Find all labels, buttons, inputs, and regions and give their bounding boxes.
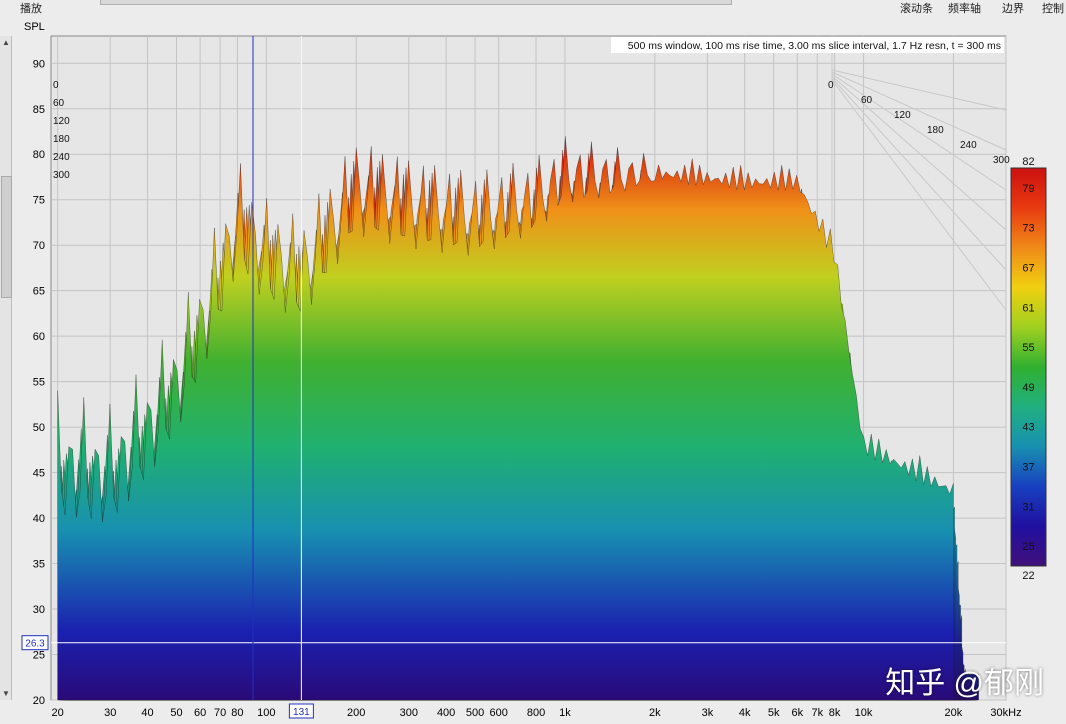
color-scale-min: 22	[1022, 570, 1034, 582]
color-scale-tick: 73	[1022, 223, 1034, 235]
x-tick-label: 8k	[829, 707, 841, 719]
x-tick-label: 70	[214, 707, 226, 719]
y-tick-label: 65	[33, 286, 45, 298]
color-scale-tick: 61	[1022, 302, 1034, 314]
time-tick-right: 60	[861, 95, 873, 106]
y-tick-label: 40	[33, 513, 45, 525]
x-tick-label: 4k	[739, 707, 751, 719]
x-tick-label: 10k	[855, 707, 873, 719]
x-tick-label: 500	[466, 707, 484, 719]
x-tick-label: 300	[400, 707, 418, 719]
x-tick-label: 400	[437, 707, 455, 719]
y-tick-label: 25	[33, 650, 45, 662]
time-tick-right: 240	[960, 140, 977, 151]
color-scale-tick: 79	[1022, 183, 1034, 195]
color-scale-max: 82	[1022, 156, 1034, 168]
x-tick-label: 30	[104, 707, 116, 719]
color-scale-tick: 55	[1022, 342, 1034, 354]
color-scale-tick: 43	[1022, 422, 1034, 434]
x-tick-label: 600	[490, 707, 508, 719]
color-scale-tick: 37	[1022, 462, 1034, 474]
time-tick-left: 300	[53, 170, 70, 181]
color-scale: 82 22 79 73 67 61 55 49 43 37 31 25	[1010, 156, 1047, 582]
time-tick-left: 240	[53, 152, 70, 163]
x-tick-label: 6k	[791, 707, 803, 719]
y-tick-label: 85	[33, 104, 45, 116]
x-tick-label: 3k	[702, 707, 714, 719]
info-text: 500 ms window, 100 ms rise time, 3.00 ms…	[628, 40, 1001, 52]
y-tick-label: 55	[33, 377, 45, 389]
color-scale-tick: 31	[1022, 501, 1034, 513]
x-tick-label: 50	[170, 707, 182, 719]
y-tick-label: 30	[33, 604, 45, 616]
color-scale-tick: 25	[1022, 541, 1034, 553]
y-tick-label: 75	[33, 195, 45, 207]
x-tick-label: 7k	[811, 707, 823, 719]
x-tick-label: 800	[527, 707, 545, 719]
y-axis-label: SPL	[24, 21, 45, 33]
x-tick-label: 20	[52, 707, 64, 719]
y-tick-label: 35	[33, 559, 45, 571]
watermark: 知乎 @郁刚	[885, 667, 1044, 700]
y-tick-label: 50	[33, 422, 45, 434]
y-tick-label: 90	[33, 58, 45, 70]
x-tick-label: 200	[347, 707, 365, 719]
time-tick-right: 120	[894, 110, 911, 121]
x-tick-label: 60	[194, 707, 206, 719]
waterfall-chart: 20 25 30 35 40 45 50 55 60 65 70 75 80 85 90 20 30 40 50 60…	[21, 21, 1047, 719]
y-tick-label: 70	[33, 240, 45, 252]
x-tick-label: 100	[257, 707, 275, 719]
freq-cursor-value: 131	[293, 707, 310, 718]
time-tick-right: 180	[927, 125, 944, 136]
x-tick-label: 2k	[649, 707, 661, 719]
time-tick-right: 0	[828, 80, 834, 91]
time-tick-left: 180	[53, 134, 70, 145]
time-tick-right: 300	[993, 155, 1010, 166]
x-tick-label: 5k	[768, 707, 780, 719]
color-scale-tick: 67	[1022, 263, 1034, 275]
time-tick-left: 0	[53, 80, 59, 91]
y-tick-label: 45	[33, 468, 45, 480]
color-scale-tick: 49	[1022, 382, 1034, 394]
y-tick-label: 20	[33, 695, 45, 707]
x-tick-label: 40	[141, 707, 153, 719]
time-tick-left: 60	[53, 98, 65, 109]
x-tick-label: 30kHz	[990, 707, 1021, 719]
x-tick-label: 20k	[945, 707, 963, 719]
time-tick-left: 120	[53, 116, 70, 127]
x-tick-label: 80	[231, 707, 243, 719]
level-cursor-value: 26.3	[25, 639, 45, 650]
y-tick-label: 60	[33, 331, 45, 343]
x-tick-label: 1k	[559, 707, 571, 719]
y-tick-label: 80	[33, 149, 45, 161]
